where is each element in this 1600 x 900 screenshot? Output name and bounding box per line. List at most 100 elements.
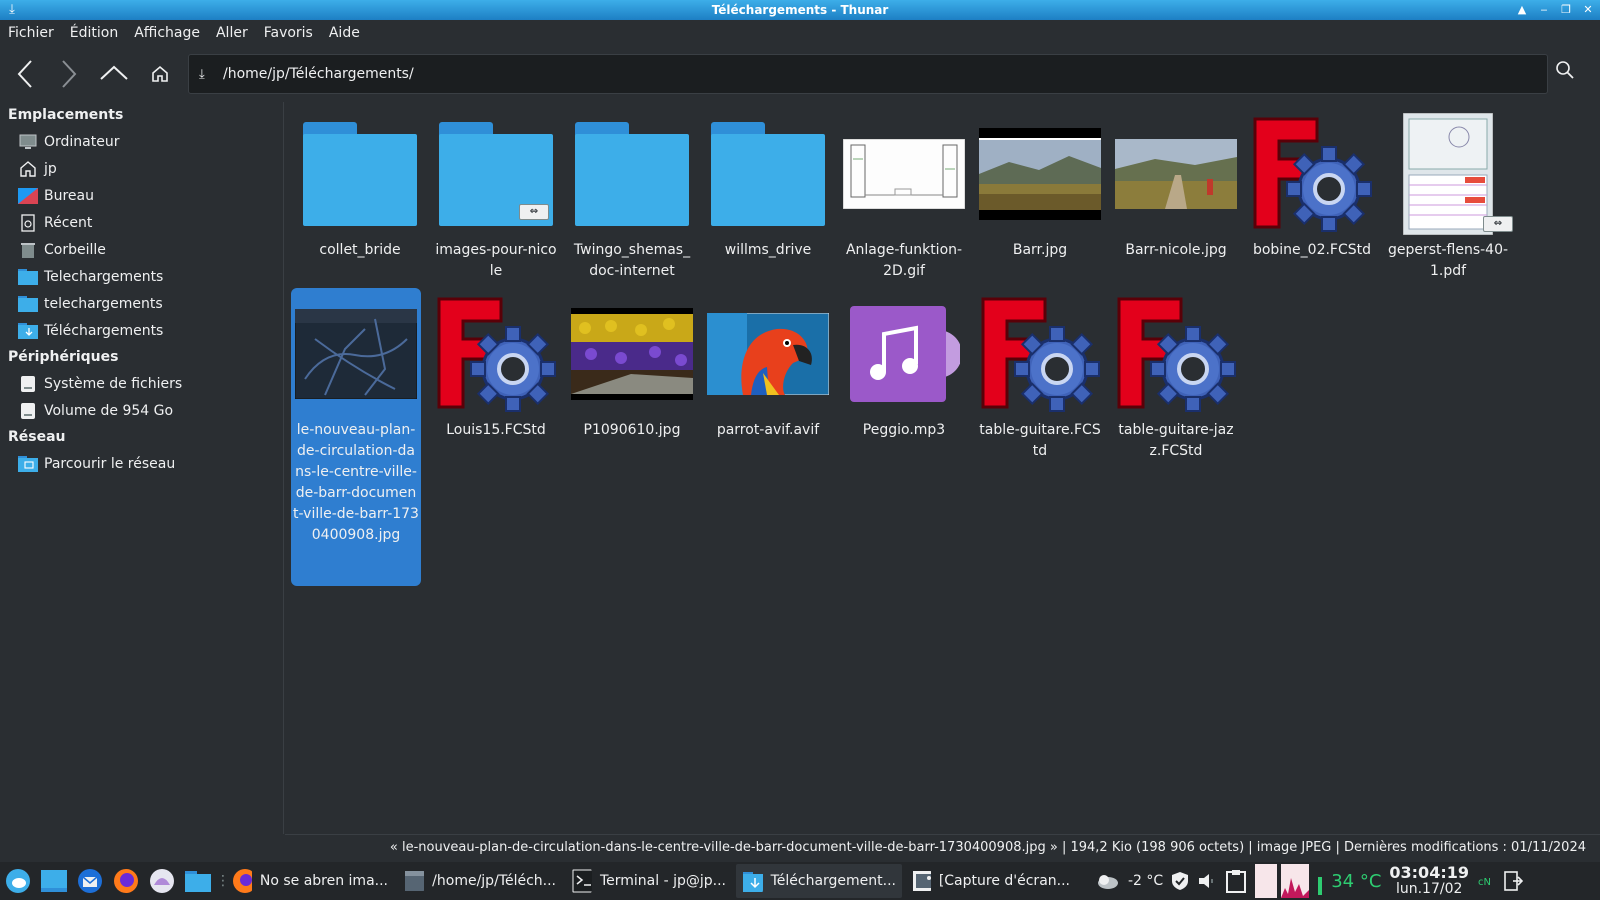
sidebar-item-telechargements-3[interactable]: Téléchargements: [0, 317, 283, 344]
forward-button[interactable]: [50, 56, 86, 92]
firefox-icon: [114, 869, 138, 893]
forward-arrow-icon: [62, 60, 77, 88]
sidebar-item-recent[interactable]: Récent: [0, 209, 283, 236]
sidebar-item-ordinateur[interactable]: Ordinateur: [0, 128, 283, 155]
task-label: No se abren ima...: [259, 873, 388, 889]
file-item[interactable]: collet_bride: [295, 108, 425, 261]
link-badge-icon: ⇔: [519, 204, 549, 220]
sidebar-item-systeme-fichiers[interactable]: Système de fichiers: [0, 370, 283, 397]
weather-temperature[interactable]: -2 °C: [1128, 873, 1163, 889]
menu-affichage[interactable]: Affichage: [134, 25, 200, 41]
file-item[interactable]: Barr.jpg: [975, 108, 1105, 261]
task-terminal[interactable]: Terminal - jp@jp...: [566, 864, 732, 898]
app-menu-button[interactable]: [0, 864, 36, 898]
sidebar-item-bureau[interactable]: Bureau: [0, 182, 283, 209]
keep-above-icon[interactable]: ▲: [1512, 1, 1532, 19]
browser-launcher[interactable]: [144, 864, 180, 898]
image-thumbnail: [839, 108, 969, 240]
location-bar[interactable]: ⤓ /home/jp/Téléchargements/: [188, 54, 1548, 94]
firefox-launcher[interactable]: [108, 864, 144, 898]
file-item[interactable]: table-guitare.FCStd: [975, 288, 1105, 462]
sidebar-item-jp[interactable]: jp: [0, 155, 283, 182]
taskbar: ⋮ No se abren ima... /home/jp/Téléch... …: [0, 862, 1600, 900]
file-item-selected[interactable]: le-nouveau-plan-de-circulation-dans-le-c…: [291, 288, 421, 586]
shield-icon[interactable]: [1171, 871, 1189, 891]
file-item[interactable]: Twingo_shemas_doc-internet: [567, 108, 697, 282]
network-graph-icon[interactable]: [1317, 867, 1323, 895]
sidebar-item-label: jp: [44, 160, 57, 177]
audio-file-icon: [839, 288, 969, 420]
keyboard-layout-icon[interactable]: cN: [1476, 871, 1495, 891]
menu-fichier[interactable]: Fichier: [8, 25, 54, 41]
sidebar-item-parcourir-reseau[interactable]: Parcourir le réseau: [0, 450, 283, 477]
menu-aide[interactable]: Aide: [329, 25, 360, 41]
task-telechargements[interactable]: Téléchargement...: [736, 864, 902, 898]
file-name: table-guitare-jazz.FCStd: [1118, 422, 1234, 459]
sidebar-item-label: Système de fichiers: [44, 375, 183, 392]
back-arrow-icon: [17, 60, 32, 88]
browser-icon: [150, 869, 174, 893]
show-desktop-button[interactable]: [36, 864, 72, 898]
sidebar-item-label: Telechargements: [44, 268, 164, 285]
file-view[interactable]: collet_bride ⇔ images-pour-nicole Twingo…: [285, 102, 1600, 832]
clipboard-icon[interactable]: [1225, 869, 1247, 893]
folder-link-icon: ⇔: [431, 108, 561, 240]
file-item[interactable]: parrot-avif.avif: [703, 288, 833, 441]
close-icon[interactable]: ✕: [1578, 1, 1598, 19]
terminal-icon: [572, 869, 592, 893]
file-item[interactable]: ⇔ images-pour-nicole: [431, 108, 561, 282]
weather-icon[interactable]: [1096, 871, 1120, 891]
home-button[interactable]: [142, 56, 178, 92]
file-item[interactable]: ⇔ geperst-flens-40-1.pdf: [1383, 108, 1513, 282]
file-name: Barr-nicole.jpg: [1125, 242, 1227, 258]
thunderbird-launcher[interactable]: [72, 864, 108, 898]
task-screenshot[interactable]: [Capture d'écran...: [906, 864, 1076, 898]
maximize-icon[interactable]: ❐: [1556, 1, 1576, 19]
cpu-graph-icon[interactable]: [1255, 864, 1310, 898]
cpu-temperature[interactable]: 34 °C: [1331, 871, 1381, 892]
menu-favoris[interactable]: Favoris: [264, 25, 313, 41]
file-item[interactable]: P1090610.jpg: [567, 288, 697, 441]
sidebar-item-volume[interactable]: Volume de 954 Go: [0, 397, 283, 424]
clock[interactable]: 03:04:19 lun.17/02: [1389, 864, 1469, 898]
xfce-mouse-icon: [6, 869, 30, 893]
back-button[interactable]: [8, 56, 44, 92]
minimize-icon[interactable]: ‒: [1534, 1, 1554, 19]
location-path[interactable]: /home/jp/Téléchargements/: [223, 66, 414, 82]
file-item[interactable]: Louis15.FCStd: [431, 288, 561, 441]
download-folder-icon: [18, 322, 38, 340]
clock-date: lun.17/02: [1395, 881, 1463, 897]
file-manager-launcher[interactable]: [180, 864, 216, 898]
sidebar-item-corbeille[interactable]: Corbeille: [0, 236, 283, 263]
file-name: P1090610.jpg: [583, 422, 681, 438]
folder-icon: [18, 268, 38, 286]
file-item[interactable]: Anlage-funktion-2D.gif: [839, 108, 969, 282]
sidebar-section-peripheriques: Périphériques: [8, 349, 119, 365]
volume-icon[interactable]: [1197, 871, 1217, 891]
file-item[interactable]: willms_drive: [703, 108, 833, 261]
sidebar-item-label: Corbeille: [44, 241, 106, 258]
file-item[interactable]: Peggio.mp3: [839, 288, 969, 441]
task-folder-window[interactable]: /home/jp/Téléch...: [398, 864, 562, 898]
file-item[interactable]: Barr-nicole.jpg: [1111, 108, 1241, 261]
file-item[interactable]: table-guitare-jazz.FCStd: [1111, 288, 1241, 462]
file-name: willms_drive: [724, 242, 812, 258]
menu-edition[interactable]: Édition: [70, 25, 118, 41]
title-bar: ⤓ Téléchargements - Thunar ▲ ‒ ❐ ✕: [0, 0, 1600, 20]
recent-icon: [18, 213, 38, 232]
download-icon[interactable]: ⤓: [4, 2, 20, 18]
task-firefox[interactable]: No se abren ima...: [226, 864, 394, 898]
svg-text:cN: cN: [1478, 877, 1491, 888]
sidebar-item-telechargements-1[interactable]: Telechargements: [0, 263, 283, 290]
file-name: images-pour-nicole: [435, 242, 557, 279]
file-item[interactable]: bobine_02.FCStd: [1247, 108, 1377, 261]
freecad-icon: [975, 288, 1105, 420]
up-button[interactable]: [96, 56, 132, 92]
sidebar-item-telechargements-2[interactable]: telechargements: [0, 290, 283, 317]
menu-aller[interactable]: Aller: [216, 25, 248, 41]
search-button[interactable]: [1555, 60, 1583, 88]
logout-icon[interactable]: [1503, 870, 1523, 892]
folder-icon: [567, 108, 697, 240]
desktop-icon: [41, 870, 67, 892]
image-thumbnail: [975, 108, 1105, 240]
